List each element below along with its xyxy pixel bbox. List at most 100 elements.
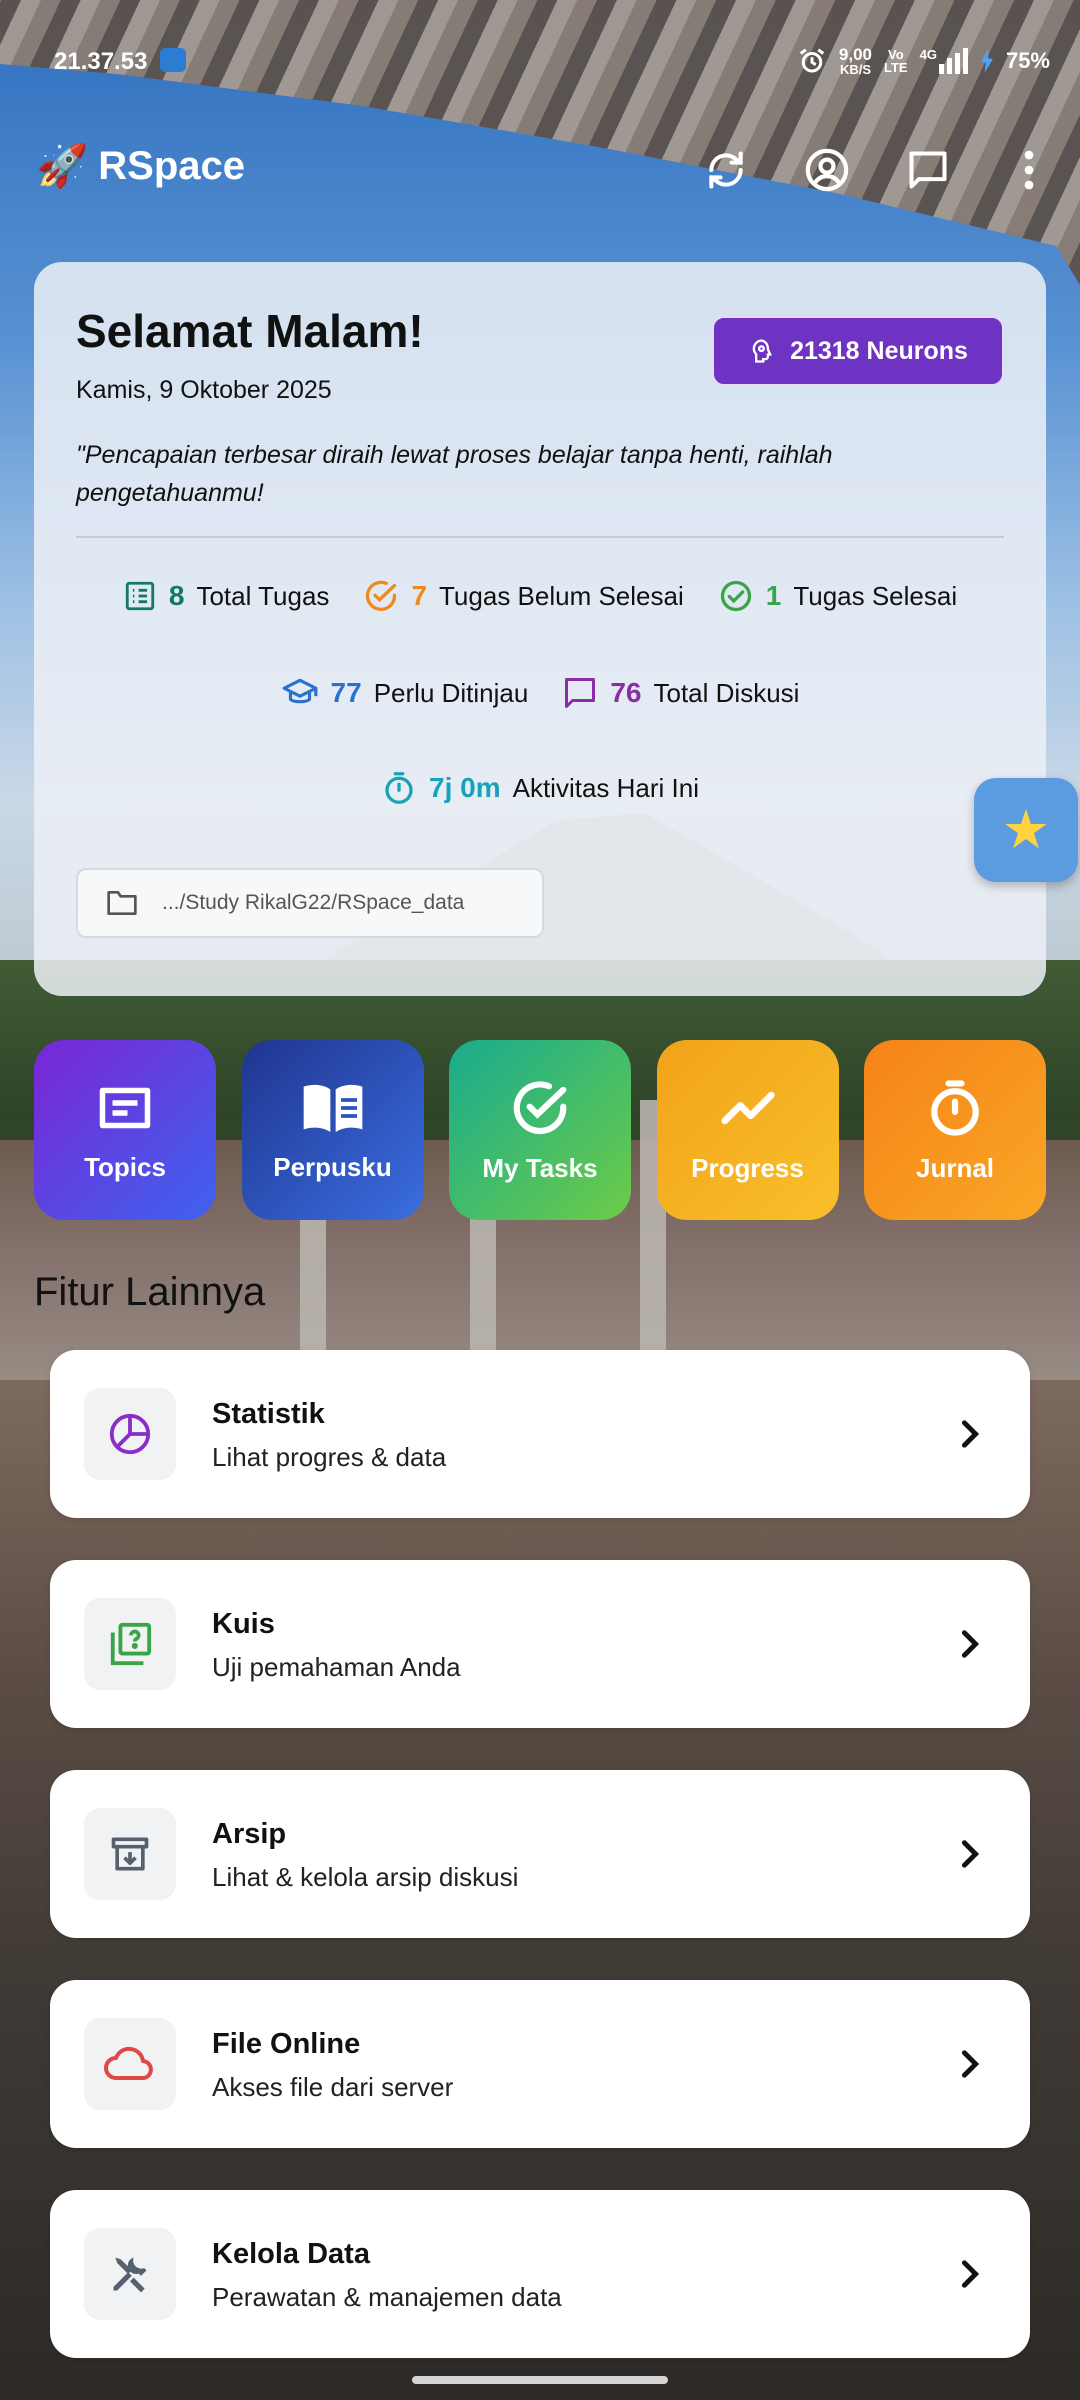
feature-title: Statistik [212, 1398, 325, 1430]
app-title: RSpace [98, 143, 246, 188]
feature-title: Kuis [212, 1608, 275, 1640]
timer-icon [931, 1079, 979, 1136]
activity-row: 7j 0m Aktivitas Hari Ini [34, 770, 1046, 806]
stat-value: 76 [610, 677, 642, 708]
graduation-cap-icon [282, 678, 317, 704]
tile-label: Jurnal [915, 1152, 995, 1183]
check-circle-icon [513, 1080, 567, 1134]
feature-list: Statistik Lihat progres & data Kuis Uji … [50, 1350, 1030, 2400]
stat-label: Total Diskusi [653, 677, 800, 708]
folder-icon [107, 890, 137, 915]
topics-tile[interactable]: Topics [34, 1040, 216, 1220]
greeting-title: Selamat Malam! [76, 305, 424, 357]
feature-icon-box [84, 2018, 176, 2110]
stat-unfinished-tasks[interactable]: 7 Tugas Belum Selesai [363, 578, 684, 614]
feature-title: Kelola Data [212, 2238, 370, 2270]
more-vertical-icon [1024, 150, 1034, 190]
trending-up-icon [720, 1091, 775, 1124]
quiz-icon [110, 1622, 152, 1666]
archive-icon [111, 1837, 149, 1871]
tile-label: Topics [84, 1151, 166, 1182]
feature-statistik[interactable]: Statistik Lihat progres & data [50, 1350, 1030, 1518]
app-bar: 🚀 RSpace [0, 120, 1080, 220]
perpusku-tile[interactable]: Perpusku [241, 1040, 424, 1220]
home-indicator[interactable] [412, 2376, 668, 2384]
stat-activity-today[interactable]: 7j 0m Aktivitas Hari Ini [381, 770, 699, 806]
tile-label: Progress [691, 1152, 804, 1183]
sync-button[interactable] [696, 140, 756, 200]
greeting-card: Selamat Malam! Kamis, 9 Oktober 2025 213… [34, 262, 1046, 996]
stat-needs-review[interactable]: 77 Perlu Ditinjau [281, 674, 529, 712]
motivational-quote: "Pencapaian terbesar diraih lewat proses… [76, 441, 833, 507]
battery-level: 75% [1005, 48, 1050, 73]
progress-tile[interactable]: Progress [656, 1040, 839, 1220]
tools-icon [113, 2257, 147, 2293]
cloud-icon [104, 2046, 153, 2080]
stat-label: Aktivitas Hari Ini [512, 772, 699, 803]
alarm-icon [799, 48, 825, 73]
feature-kelola-data[interactable]: Kelola Data Perawatan & manajemen data [50, 2190, 1030, 2358]
timer-icon [385, 772, 413, 804]
task-stats-row: 8 Total Tugas 7 Tugas Belum Selesai 1 Tu… [34, 578, 1046, 614]
stat-total-discussions[interactable]: 76 Total Diskusi [562, 675, 799, 711]
charging-icon [980, 49, 993, 73]
tile-label: My Tasks [482, 1152, 598, 1183]
chevron-right-icon [950, 1412, 990, 1456]
sync-icon [709, 151, 743, 189]
neurons-button[interactable]: 21318 Neurons [712, 316, 1004, 386]
more-menu-button[interactable] [999, 140, 1059, 200]
jurnal-tile[interactable]: Jurnal [864, 1040, 1046, 1220]
feature-icon-box [84, 1808, 176, 1900]
chevron-right-icon [950, 2252, 990, 2296]
chevron-right-icon [950, 1832, 990, 1876]
status-time: 21.37.53 [54, 48, 148, 75]
profile-button[interactable] [797, 140, 857, 200]
signal-icon: 4G [920, 48, 968, 74]
feature-title: Arsip [212, 1818, 287, 1850]
stat-value: 7 [411, 580, 428, 611]
feature-subtitle: Lihat progres & data [212, 1442, 447, 1472]
stat-label: Tugas Belum Selesai [439, 580, 684, 611]
stat-label: Perlu Ditinjau [373, 677, 529, 708]
feature-subtitle: Perawatan & manajemen data [212, 2282, 562, 2312]
quick-menu: Topics Perpusku My Tasks Progress Jurnal [34, 1040, 1046, 1220]
chevron-right-icon [950, 1622, 990, 1666]
favorites-button[interactable]: ★ [974, 778, 1078, 882]
stat-finished-tasks[interactable]: 1 Tugas Selesai [718, 578, 957, 614]
check-circle-icon [366, 580, 397, 611]
account-circle-icon [805, 148, 849, 192]
tile-label: Perpusku [273, 1151, 392, 1182]
feature-arsip[interactable]: Arsip Lihat & kelola arsip diskusi [50, 1770, 1030, 1938]
star-icon: ★ [1001, 800, 1051, 860]
chat-button[interactable] [898, 140, 958, 200]
neurons-label: 21318 Neurons [790, 336, 968, 365]
check-circle-icon [720, 580, 751, 612]
brain-icon [752, 339, 773, 363]
chat-icon [565, 678, 596, 708]
review-stats-row: 77 Perlu Ditinjau 76 Total Diskusi [34, 674, 1046, 712]
rocket-icon: 🚀 [36, 142, 89, 189]
notification-icon [160, 48, 186, 72]
feature-subtitle: Akses file dari server [212, 2072, 454, 2102]
feature-kuis[interactable]: Kuis Uji pemahaman Anda [50, 1560, 1030, 1728]
stat-total-tasks[interactable]: 8 Total Tugas [123, 579, 330, 613]
folder-path-button[interactable]: .../Study RikalG22/RSpace_data [76, 868, 544, 938]
app-brand: 🚀 RSpace [36, 142, 245, 190]
current-date: Kamis, 9 Oktober 2025 [76, 376, 332, 404]
stat-label: Total Tugas [196, 580, 330, 611]
folder-path: .../Study RikalG22/RSpace_data [162, 891, 465, 914]
feature-icon-box [84, 1598, 176, 1690]
feature-subtitle: Lihat & kelola arsip diskusi [212, 1862, 519, 1892]
my-tasks-tile[interactable]: My Tasks [449, 1040, 631, 1220]
stat-value: 1 [765, 580, 782, 611]
stat-value: 8 [168, 580, 185, 611]
status-bar: 21.37.53 9,00 KB/S Vo LTE 4G 75% [0, 0, 1080, 120]
chevron-right-icon [950, 2042, 990, 2086]
book-icon [303, 1084, 362, 1132]
volte-indicator: Vo LTE [884, 47, 908, 75]
stat-value: 77 [330, 677, 362, 708]
feature-file-online[interactable]: File Online Akses file dari server [50, 1980, 1030, 2148]
pie-chart-icon [109, 1413, 151, 1455]
feature-title: File Online [212, 2028, 361, 2060]
chat-icon [909, 151, 947, 189]
